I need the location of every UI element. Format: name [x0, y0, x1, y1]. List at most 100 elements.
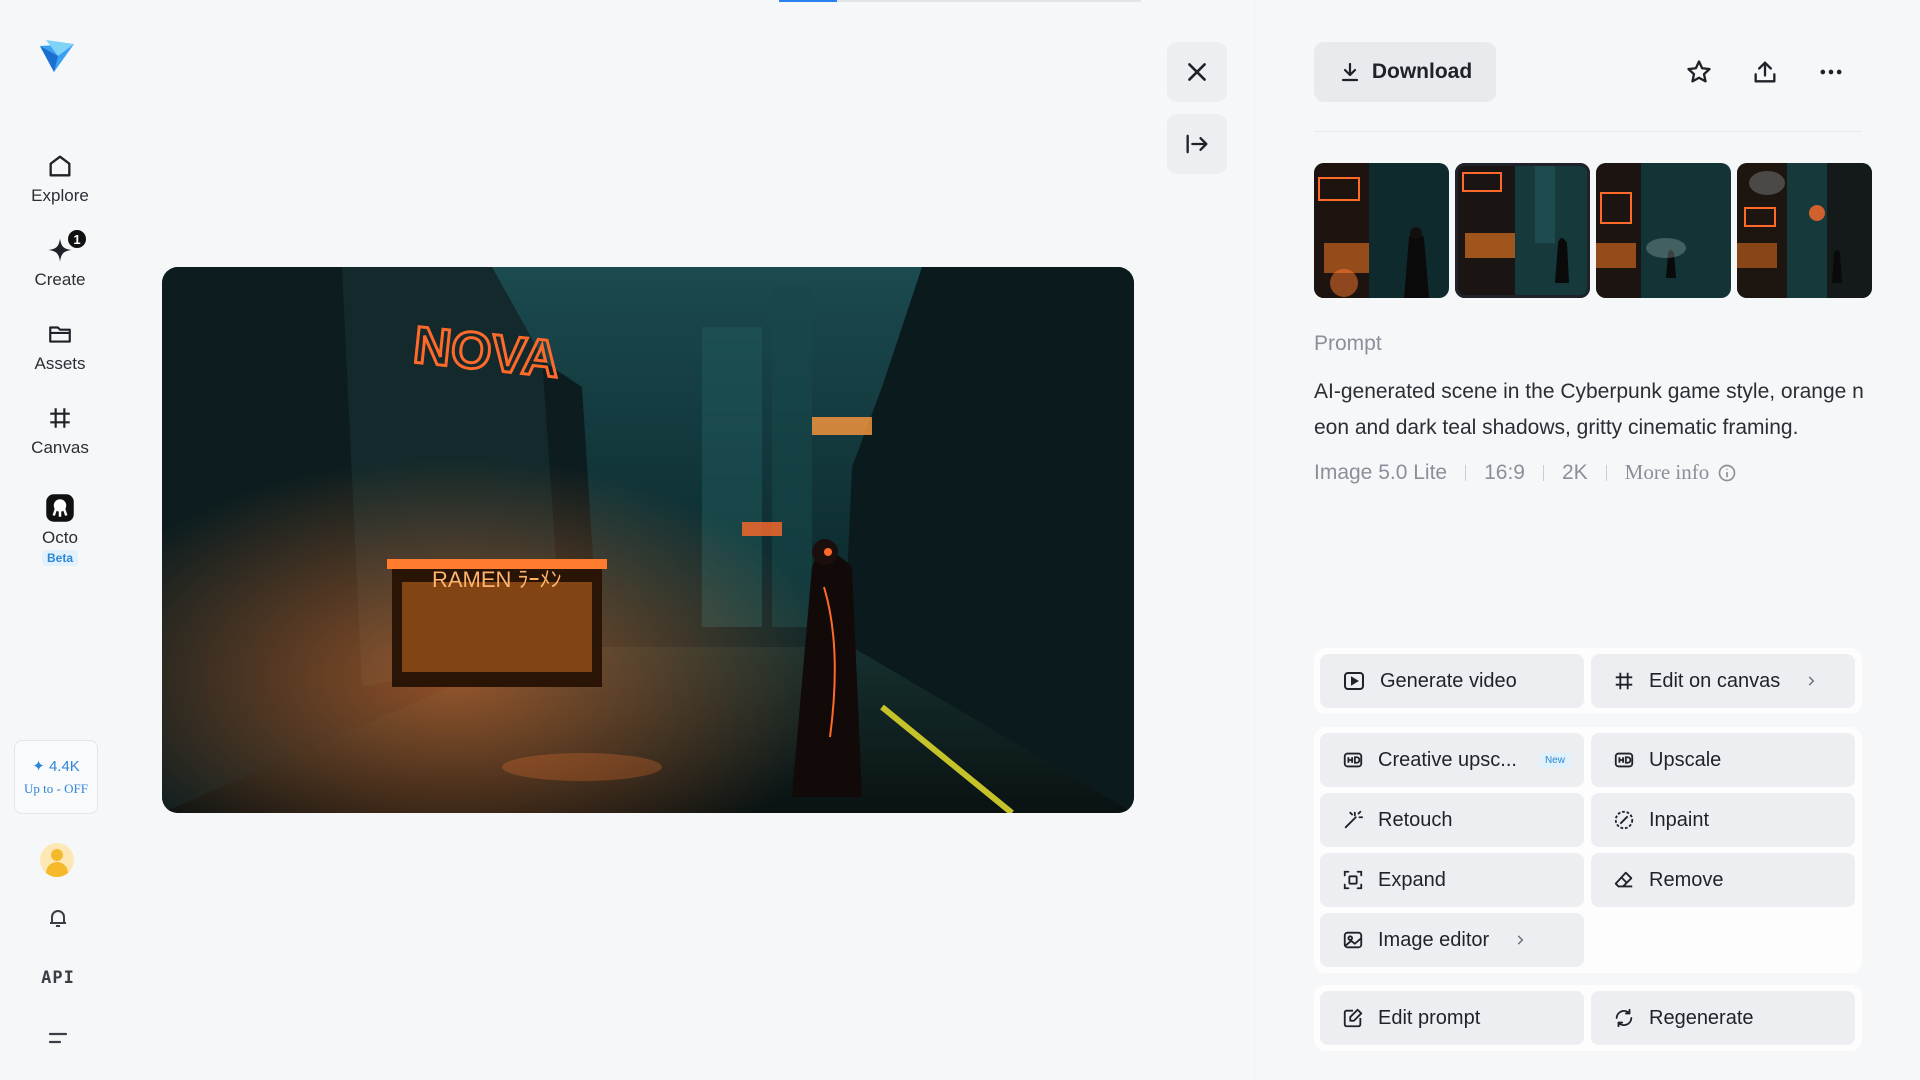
- canvas-icon: [44, 402, 76, 434]
- favorite-button[interactable]: [1679, 52, 1719, 92]
- eraser-icon: [1614, 871, 1633, 888]
- aspect-ratio: 16:9: [1484, 460, 1525, 484]
- collapse-panel-button[interactable]: [1167, 114, 1227, 174]
- image-editor-label: Image editor: [1378, 928, 1490, 951]
- discount-offer: Up to - OFF: [24, 781, 88, 796]
- download-button[interactable]: Download: [1314, 42, 1496, 102]
- header-divider: [1314, 131, 1862, 132]
- model-name: Image 5.0 Lite: [1314, 460, 1448, 484]
- sidebar-item-assets[interactable]: Assets: [0, 318, 120, 374]
- upscale-label: Upscale: [1649, 748, 1722, 771]
- thumbnail-1[interactable]: [1314, 163, 1449, 298]
- sidebar-item-octo[interactable]: Octo Beta: [0, 492, 120, 566]
- credits-amount: ✦ 4.4K: [32, 758, 80, 775]
- ramen-sign: RAMEN ﾗｰﾒﾝ: [432, 567, 562, 592]
- api-link[interactable]: API: [41, 962, 75, 994]
- generate-video-label: Generate video: [1380, 669, 1517, 692]
- menu-icon[interactable]: [42, 1022, 74, 1054]
- arrow-right-to-line-icon: [1186, 134, 1208, 154]
- api-label: API: [41, 968, 75, 988]
- chevron-right-icon: [1804, 674, 1818, 688]
- play-video-icon: [1344, 672, 1364, 690]
- image-editor-icon: [1343, 931, 1363, 949]
- inpaint-brush-icon: [1614, 810, 1634, 830]
- refresh-icon: [1615, 1008, 1633, 1028]
- panel-divider: [1254, 0, 1255, 1080]
- hd-icon: [1614, 752, 1634, 768]
- prompt-text: AI-generated scene in the Cyberpunk game…: [1314, 380, 1864, 439]
- canvas-icon: [1615, 672, 1633, 690]
- loading-progress-bar: [779, 0, 1141, 2]
- regenerate-button[interactable]: Regenerate: [1591, 991, 1855, 1045]
- sidebar-item-label: Octo: [42, 528, 78, 547]
- more-horizontal-icon: [1820, 69, 1842, 75]
- share-icon: [1754, 61, 1776, 83]
- retouch-button[interactable]: Retouch: [1320, 793, 1584, 847]
- notification-badge: 1: [66, 228, 88, 250]
- retouch-label: Retouch: [1378, 808, 1453, 831]
- more-info-link[interactable]: More info: [1625, 460, 1738, 485]
- meta-separator: [1605, 464, 1607, 481]
- upscale-button[interactable]: Upscale: [1591, 733, 1855, 787]
- primary-actions-group: Generate video Edit on canvas: [1314, 648, 1862, 714]
- generation-meta: Image 5.0 Lite 16:9 2K More info: [1314, 460, 1737, 485]
- avatar-head: [51, 849, 63, 861]
- edit-on-canvas-label: Edit on canvas: [1649, 669, 1781, 692]
- folder-icon: [44, 318, 76, 350]
- edit-prompt-button[interactable]: Edit prompt: [1320, 991, 1584, 1045]
- thumbnail-3[interactable]: [1596, 163, 1731, 298]
- beta-tag: Beta: [41, 550, 78, 566]
- edit-icon: [1343, 1008, 1363, 1028]
- regenerate-label: Regenerate: [1649, 1006, 1754, 1029]
- avatar-body: [46, 862, 68, 877]
- prompt-actions-group: Edit prompt Regenerate: [1314, 985, 1862, 1051]
- magic-wand-icon: [1344, 810, 1364, 829]
- generated-image[interactable]: RAMEN ﾗｰﾒﾝ NOVA: [162, 267, 1134, 813]
- app-logo[interactable]: [36, 36, 78, 78]
- sidebar-item-canvas[interactable]: Canvas: [0, 402, 120, 458]
- more-info-label: More info: [1624, 460, 1710, 484]
- remove-label: Remove: [1649, 868, 1724, 891]
- resolution: 2K: [1561, 460, 1588, 484]
- progress-fill: [779, 0, 837, 2]
- prompt-heading: Prompt: [1314, 332, 1382, 355]
- bell-icon[interactable]: [42, 902, 74, 934]
- creative-upscale-button[interactable]: Creative upsc... New: [1320, 733, 1584, 787]
- edit-prompt-label: Edit prompt: [1378, 1006, 1481, 1029]
- sidebar-item-label: Create: [34, 270, 86, 289]
- thumbnail-2[interactable]: [1455, 163, 1590, 298]
- meta-separator: [1465, 464, 1467, 481]
- octo-icon: [44, 492, 76, 524]
- remove-button[interactable]: Remove: [1591, 853, 1855, 907]
- sidebar-item-create[interactable]: 1 Create: [0, 228, 120, 290]
- expand-button[interactable]: Expand: [1320, 853, 1584, 907]
- edit-tools-group: Creative upsc... New Upscale Retouch Inp…: [1314, 727, 1862, 973]
- home-icon: [44, 150, 76, 182]
- avatar[interactable]: [40, 843, 74, 877]
- credits-offer-button[interactable]: ✦ 4.4K Up to - OFF: [14, 740, 98, 814]
- more-options-button[interactable]: [1811, 52, 1851, 92]
- variation-thumbnails: [1314, 163, 1872, 298]
- new-badge: New: [1538, 752, 1571, 768]
- image-editor-button[interactable]: Image editor: [1320, 913, 1584, 967]
- close-icon: [1188, 63, 1206, 81]
- generate-video-button[interactable]: Generate video: [1320, 654, 1584, 708]
- sparkle-icon: 1: [44, 228, 88, 266]
- sidebar-item-label: Assets: [34, 354, 86, 373]
- sidebar-item-explore[interactable]: Explore: [0, 150, 120, 206]
- thumbnail-4[interactable]: [1737, 163, 1872, 298]
- creative-upscale-label: Creative upsc...: [1378, 748, 1517, 771]
- sidebar-item-label: Canvas: [31, 438, 89, 457]
- star-icon: [1687, 60, 1711, 83]
- meta-separator: [1542, 464, 1544, 481]
- expand-icon: [1343, 870, 1363, 890]
- hd-plus-icon: [1343, 752, 1363, 768]
- inpaint-button[interactable]: Inpaint: [1591, 793, 1855, 847]
- share-button[interactable]: [1745, 52, 1785, 92]
- close-button[interactable]: [1167, 42, 1227, 102]
- download-icon: [1341, 62, 1358, 82]
- inpaint-label: Inpaint: [1649, 808, 1710, 831]
- edit-on-canvas-button[interactable]: Edit on canvas: [1591, 654, 1855, 708]
- sidebar: Explore 1 Create Assets Canvas Octo Beta…: [0, 0, 120, 1080]
- sidebar-item-label: Explore: [31, 186, 89, 205]
